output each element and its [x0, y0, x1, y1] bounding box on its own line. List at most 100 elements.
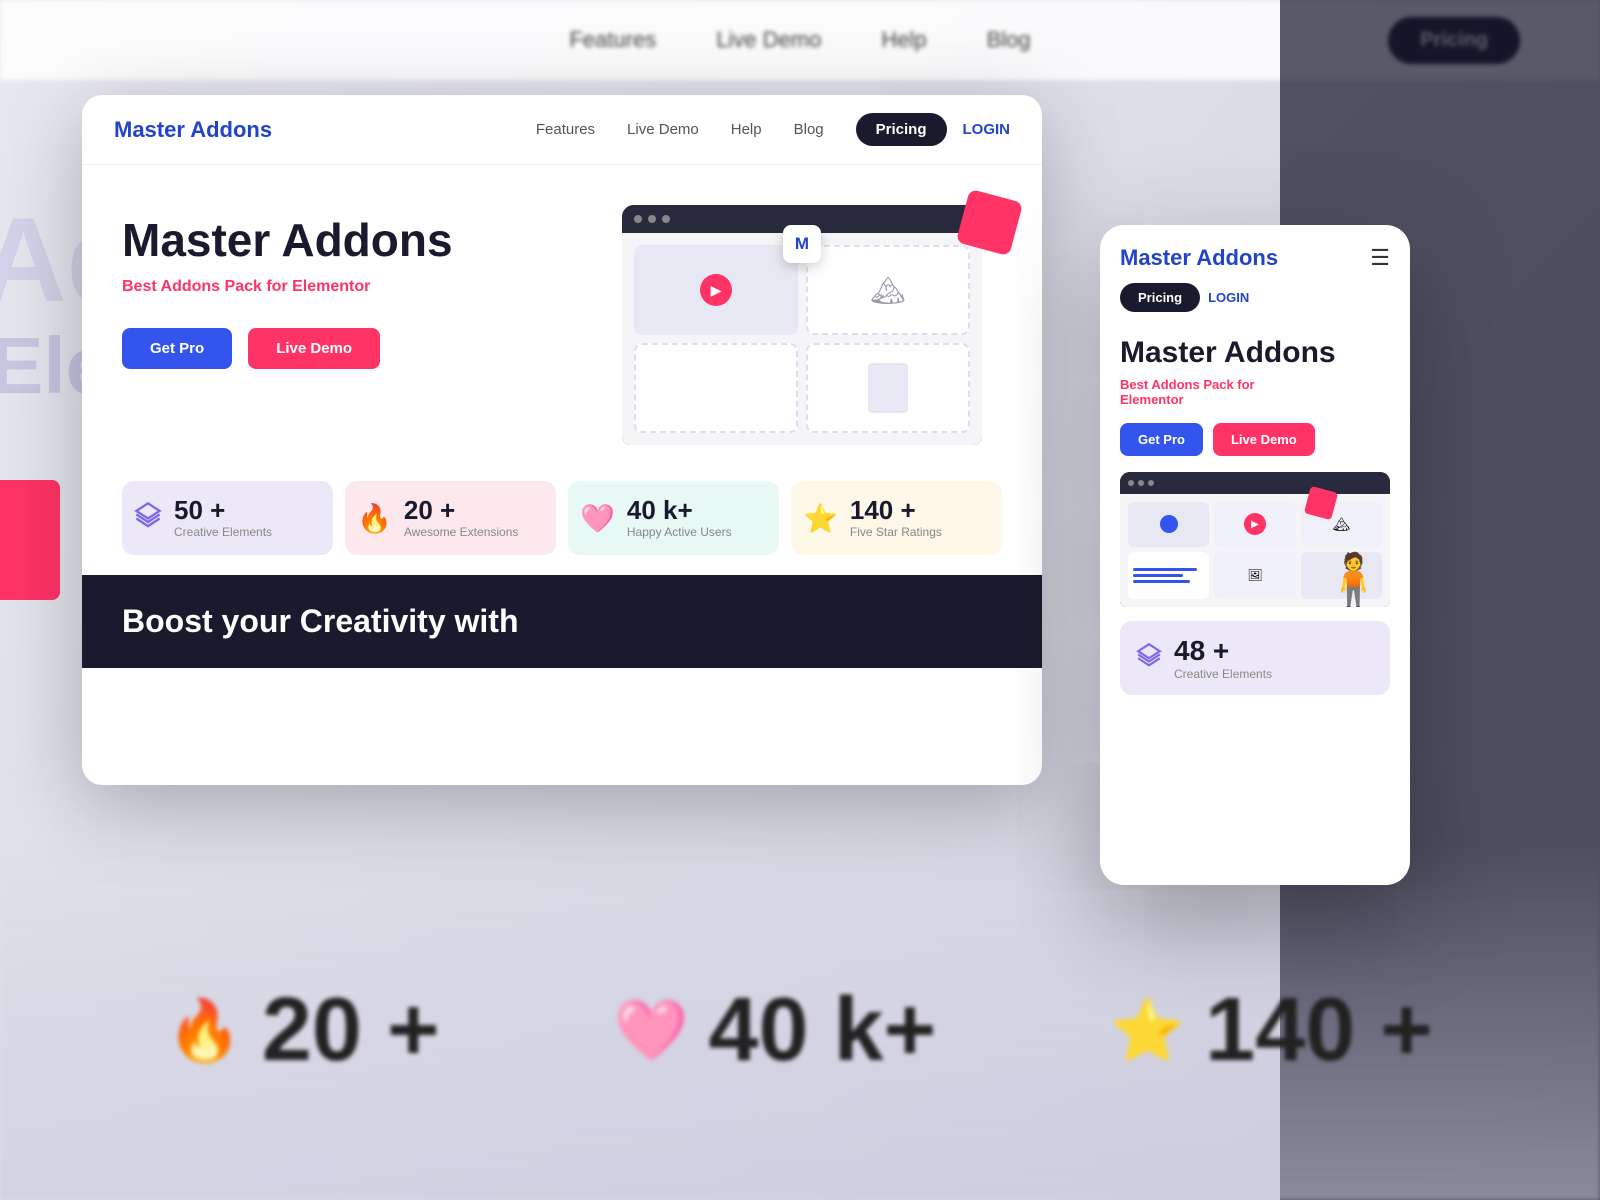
dark-bottom-bar: Boost your Creativity with: [82, 575, 1042, 668]
subtitle-part1: Best: [122, 278, 161, 295]
mock-image-widget: 🏔: [806, 245, 970, 335]
card-nav-features[interactable]: Features: [536, 121, 595, 138]
mobile-line-1: [1133, 568, 1197, 571]
browser-dot-2: [648, 215, 656, 223]
bg-nav-blog: Blog: [987, 27, 1031, 53]
main-browser-card: Master Addons Features Live Demo Help Bl…: [82, 95, 1042, 785]
mobile-pricing-button[interactable]: Pricing: [1120, 283, 1200, 312]
stat-num-elements: 50 +: [174, 497, 272, 523]
bg-stat-20: 20 +: [262, 985, 440, 1075]
card-hero-left: Master Addons Best Addons Pack for Eleme…: [122, 205, 622, 445]
heart-icon: 🩷: [580, 502, 615, 535]
mobile-mock-lines: [1128, 552, 1209, 600]
mock-video-widget: ▶: [634, 245, 798, 335]
bg-stat-140: 140 +: [1205, 985, 1433, 1075]
mobile-stat-label: Creative Elements: [1174, 667, 1272, 681]
stats-row: 50 + Creative Elements 🔥 20 + Awesome Ex…: [82, 465, 1042, 575]
card-logo: Master Addons: [114, 117, 272, 143]
card-navbar: Master Addons Features Live Demo Help Bl…: [82, 95, 1042, 165]
mobile-btn-row: Pricing LOGIN: [1100, 283, 1410, 328]
stat-label-elements: Creative Elements: [174, 525, 272, 539]
mobile-mock-video: ▶: [1214, 502, 1295, 547]
card-hero-section: Master Addons Best Addons Pack for Eleme…: [82, 165, 1042, 465]
mock-play-button: ▶: [700, 274, 732, 306]
mobile-dot-3: [1148, 480, 1154, 486]
bg-stat-fire: 🔥 20 +: [167, 985, 439, 1075]
stat-label-users: Happy Active Users: [627, 525, 732, 539]
mobile-line-3: [1133, 580, 1190, 583]
mobile-hero-title: Master Addons: [1120, 336, 1390, 369]
bg-star-icon: ⭐: [1110, 995, 1185, 1066]
mobile-stat-num: 48 +: [1174, 635, 1272, 667]
card-hero-subtitle: Best Addons Pack for Elementor: [122, 278, 622, 296]
mobile-hero-buttons: Get Pro Live Demo: [1120, 423, 1390, 456]
dark-bottom-text: Boost your Creativity with: [122, 603, 519, 639]
mobile-subtitle-part1: Best: [1120, 377, 1151, 392]
mobile-mock-img-icon: 🖼: [1247, 568, 1262, 582]
mobile-dot-2: [1138, 480, 1144, 486]
mobile-logo: Master Addons: [1120, 245, 1370, 271]
card-nav-links: Features Live Demo Help Blog: [536, 121, 824, 138]
subtitle-part2: Pack for Elementor: [220, 278, 370, 295]
stat-num-extensions: 20 +: [404, 497, 519, 523]
mobile-dot-1: [1128, 480, 1134, 486]
mock-rect: [868, 363, 908, 413]
bg-stat-star: ⭐ 140 +: [1110, 985, 1432, 1075]
card-nav-livedemo[interactable]: Live Demo: [627, 121, 699, 138]
m-logo-badge: M: [783, 225, 821, 263]
hamburger-icon[interactable]: ☰: [1370, 245, 1390, 271]
bg-heart-icon: 🩷: [614, 995, 689, 1066]
card-nav-blog[interactable]: Blog: [794, 121, 824, 138]
mobile-mock-image2: 🖼: [1214, 552, 1295, 600]
mobile-subtitle-addons: Addons: [1151, 377, 1199, 392]
mobile-browser-bar: [1120, 472, 1390, 494]
bg-fire-icon: 🔥: [167, 995, 242, 1066]
mobile-person-figure: 🧍: [1321, 555, 1386, 607]
stat-num-ratings: 140 +: [850, 497, 942, 523]
card-pricing-button[interactable]: Pricing: [856, 113, 947, 146]
mock-text-widget: [634, 343, 798, 433]
stat-card-users: 🩷 40 k+ Happy Active Users: [568, 481, 779, 555]
bg-nav-features: Features: [569, 27, 656, 53]
stat-card-ratings: ⭐ 140 + Five Star Ratings: [791, 481, 1002, 555]
bg-nav-livedemo: Live Demo: [716, 27, 821, 53]
card-hero-right: M ▶ 🏔: [622, 205, 1002, 445]
stat-card-extensions: 🔥 20 + Awesome Extensions: [345, 481, 556, 555]
mobile-browser-mockup: ▶ 🏔 🖼 🧍: [1120, 472, 1390, 607]
bg-stat-heart: 🩷 40 k+: [614, 985, 936, 1075]
browser-mockup: M ▶ 🏔: [622, 205, 982, 445]
mobile-mock-profile: [1128, 502, 1209, 547]
mock-image-icon: 🏔: [870, 274, 906, 307]
bg-nav-help: Help: [881, 27, 926, 53]
mobile-navbar: Master Addons ☰: [1100, 225, 1410, 283]
mobile-browser-content: ▶ 🏔 🖼 🧍: [1120, 494, 1390, 607]
mobile-livedemo-button[interactable]: Live Demo: [1213, 423, 1315, 456]
getpro-button[interactable]: Get Pro: [122, 328, 232, 369]
mobile-stat-card: 48 + Creative Elements: [1120, 621, 1390, 695]
browser-dot-1: [634, 215, 642, 223]
mobile-layers-icon: [1136, 642, 1162, 675]
bg-bottom-stats: 🔥 20 + 🩷 40 k+ ⭐ 140 +: [0, 840, 1600, 1200]
stat-label-extensions: Awesome Extensions: [404, 525, 519, 539]
stat-card-elements: 50 + Creative Elements: [122, 481, 333, 555]
card-login-link[interactable]: LOGIN: [963, 121, 1011, 138]
bg-pink-accent: [0, 480, 60, 600]
livedemo-button[interactable]: Live Demo: [248, 328, 380, 369]
mobile-body: Master Addons Best Addons Pack forElemen…: [1100, 328, 1410, 711]
mobile-mock-mountain-icon: 🏔: [1332, 516, 1350, 533]
mobile-mock-play: ▶: [1244, 513, 1266, 535]
card-nav-help[interactable]: Help: [731, 121, 762, 138]
mobile-line-2: [1133, 574, 1183, 577]
browser-content: M ▶ 🏔: [622, 233, 982, 445]
layers-icon: [134, 501, 162, 536]
mobile-login-link[interactable]: LOGIN: [1208, 290, 1249, 305]
star-icon: ⭐: [803, 502, 838, 535]
stat-label-ratings: Five Star Ratings: [850, 525, 942, 539]
mobile-card: Master Addons ☰ Pricing LOGIN Master Add…: [1100, 225, 1410, 885]
fire-icon: 🔥: [357, 502, 392, 535]
subtitle-addons: Addons: [161, 278, 221, 295]
browser-dot-3: [662, 215, 670, 223]
card-hero-title: Master Addons: [122, 215, 622, 266]
mobile-getpro-button[interactable]: Get Pro: [1120, 423, 1203, 456]
mock-rect-widget: [806, 343, 970, 433]
